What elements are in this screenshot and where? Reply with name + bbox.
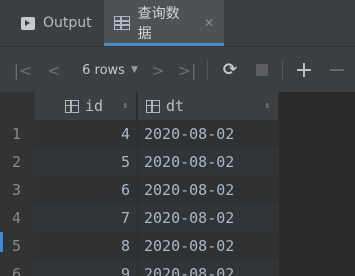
- tab-query-data-label: 查询数据: [137, 6, 180, 42]
- tab-output-label: Output: [43, 15, 92, 31]
- column-header-dt[interactable]: dt ⇕: [138, 92, 279, 120]
- output-icon: [21, 16, 35, 30]
- sort-icon[interactable]: ⇕: [265, 102, 270, 111]
- column-header-label: id: [85, 97, 104, 115]
- next-page-button[interactable]: >: [148, 47, 168, 93]
- refresh-button[interactable]: ⟳: [219, 47, 241, 93]
- table-row[interactable]: 5 8 2020-08-02: [0, 232, 355, 260]
- row-number: 4: [0, 204, 34, 232]
- row-number: 3: [0, 176, 34, 204]
- tab-query-data[interactable]: 查询数据 ✕: [104, 0, 224, 46]
- table-row[interactable]: 6 9 2020-08-02: [0, 260, 355, 276]
- chevron-down-icon: ▼: [130, 65, 138, 75]
- column-header-label: dt: [166, 97, 185, 115]
- row-number: 5: [0, 232, 34, 260]
- row-number: 6: [0, 260, 34, 276]
- table-grid-icon: [114, 16, 130, 30]
- cell-dt[interactable]: 2020-08-02: [138, 176, 279, 204]
- selection-indicator: [0, 232, 3, 252]
- table-row[interactable]: 1 4 2020-08-02: [0, 120, 355, 148]
- row-number: 2: [0, 148, 34, 176]
- results-toolbar: |< < 6 rows ▼ > >| ⟳ + −: [0, 46, 355, 92]
- plus-icon: +: [294, 57, 314, 83]
- cell-dt[interactable]: 2020-08-02: [138, 120, 279, 148]
- chevron-left-icon: <: [47, 60, 61, 80]
- grid-header: id ⇕ dt ⇕: [0, 92, 355, 120]
- cell-dt[interactable]: 2020-08-02: [138, 260, 279, 276]
- first-page-icon: |<: [13, 60, 33, 80]
- cell-id[interactable]: 6: [34, 176, 137, 204]
- cell-id[interactable]: 9: [34, 260, 137, 276]
- stop-icon: [256, 64, 268, 76]
- rows-count-label: 6 rows: [82, 62, 125, 78]
- tab-bar: Output 查询数据 ✕: [0, 0, 355, 46]
- cell-dt[interactable]: 2020-08-02: [138, 232, 279, 260]
- cell-id[interactable]: 7: [34, 204, 137, 232]
- row-number: 1: [0, 120, 34, 148]
- column-divider: [279, 120, 280, 276]
- close-icon[interactable]: ✕: [204, 16, 214, 30]
- row-number-header: [0, 92, 34, 120]
- cell-dt[interactable]: 2020-08-02: [138, 204, 279, 232]
- results-grid: id ⇕ dt ⇕ 1 4 2020-08-02 2 5 2020-08-02 …: [0, 92, 355, 276]
- table-row[interactable]: 2 5 2020-08-02: [0, 148, 355, 176]
- chevron-right-icon: >: [151, 60, 165, 80]
- stop-button[interactable]: [251, 47, 273, 93]
- column-divider: [137, 120, 138, 276]
- cell-id[interactable]: 5: [34, 148, 137, 176]
- column-icon: [65, 99, 79, 113]
- cell-id[interactable]: 8: [34, 232, 137, 260]
- previous-page-button[interactable]: <: [44, 47, 64, 93]
- last-page-icon: >|: [177, 60, 197, 80]
- page-size-dropdown[interactable]: 6 rows ▼: [74, 47, 146, 93]
- cell-id[interactable]: 4: [34, 120, 137, 148]
- table-row[interactable]: 4 7 2020-08-02: [0, 204, 355, 232]
- delete-row-button[interactable]: −: [326, 47, 348, 93]
- minus-icon: −: [327, 57, 347, 83]
- first-page-button[interactable]: |<: [12, 47, 34, 93]
- add-row-button[interactable]: +: [293, 47, 315, 93]
- column-icon: [146, 99, 160, 113]
- tab-output[interactable]: Output: [21, 0, 92, 46]
- sort-icon[interactable]: ⇕: [123, 102, 128, 111]
- toolbar-divider: [282, 60, 283, 80]
- toolbar-divider: [207, 60, 208, 80]
- refresh-icon: ⟳: [222, 60, 238, 80]
- column-header-id[interactable]: id ⇕: [34, 92, 137, 120]
- last-page-button[interactable]: >|: [176, 47, 198, 93]
- table-row[interactable]: 3 6 2020-08-02: [0, 176, 355, 204]
- cell-dt[interactable]: 2020-08-02: [138, 148, 279, 176]
